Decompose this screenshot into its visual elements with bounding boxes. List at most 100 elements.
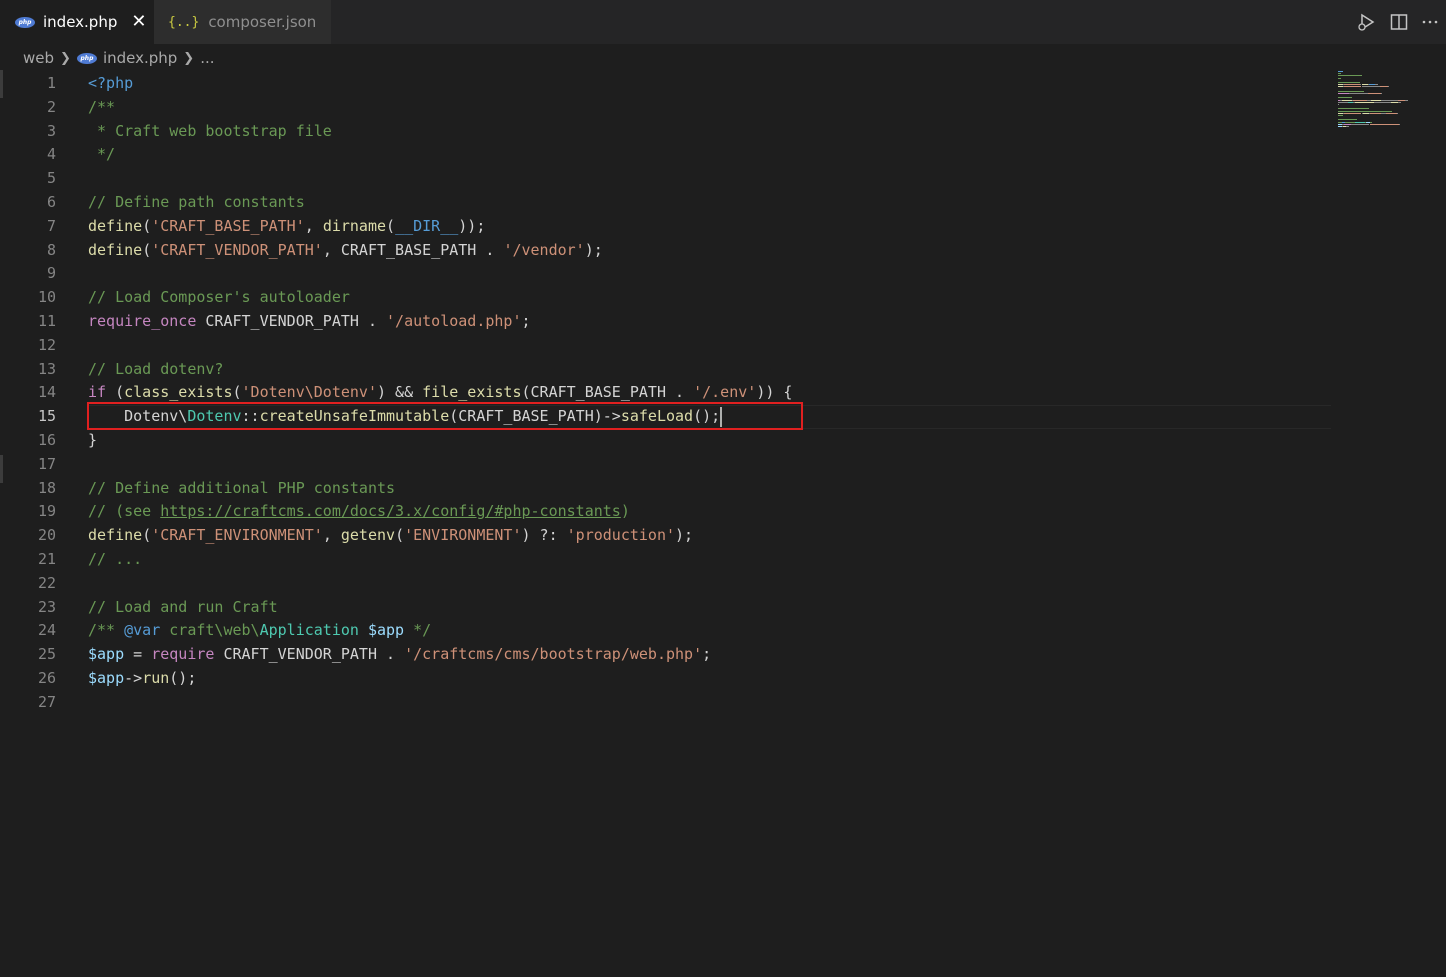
minimap-line bbox=[1345, 110, 1392, 112]
breadcrumb-folder[interactable]: web bbox=[23, 49, 54, 67]
minimap-line bbox=[1391, 110, 1393, 112]
json-file-icon: {..} bbox=[168, 14, 200, 30]
code-token: ) && bbox=[377, 383, 423, 402]
minimap-line bbox=[1350, 123, 1370, 125]
minimap-line bbox=[1338, 101, 1348, 103]
minimap-line bbox=[1353, 99, 1367, 101]
chevron-right-icon: ❯ bbox=[183, 50, 195, 66]
line-number: 22 bbox=[37, 573, 56, 592]
code-token: ); bbox=[584, 240, 603, 259]
tab-label: composer.json bbox=[208, 13, 317, 31]
code-token: * Craft web bootstrap file bbox=[88, 121, 332, 140]
code-token: ( bbox=[386, 216, 396, 235]
code-line[interactable]: } bbox=[88, 428, 97, 452]
code-line[interactable]: // (see https://craftcms.com/docs/3.x/co… bbox=[88, 499, 630, 523]
code-line[interactable]: require_once CRAFT_VENDOR_PATH . '/autol… bbox=[88, 309, 531, 333]
php-file-icon: php bbox=[76, 52, 97, 64]
minimap-line bbox=[1344, 86, 1362, 88]
code-token: CRAFT_VENDOR_PATH . bbox=[214, 645, 405, 664]
line-number: 6 bbox=[46, 193, 56, 211]
code-line[interactable]: /** bbox=[88, 95, 115, 119]
line-number: 23 bbox=[37, 597, 56, 616]
code-token: = bbox=[124, 645, 152, 664]
code-token: ; bbox=[521, 312, 531, 330]
tab-index-php[interactable]: php index.php ✕ bbox=[0, 0, 154, 44]
code-line[interactable]: // Load Composer's autoloader bbox=[88, 285, 350, 309]
split-editor-icon[interactable] bbox=[1390, 13, 1408, 31]
line-number: 9 bbox=[46, 264, 56, 283]
code-token: $app bbox=[88, 669, 125, 687]
code-line[interactable]: define('CRAFT_VENDOR_PATH', CRAFT_BASE_P… bbox=[88, 238, 603, 262]
code-token: , bbox=[304, 216, 323, 235]
code-token: )) { bbox=[756, 383, 793, 402]
code-token: ( bbox=[142, 216, 152, 235]
code-line[interactable]: */ bbox=[88, 142, 115, 166]
line-number: 2 bbox=[46, 97, 56, 116]
minimap-line bbox=[1338, 71, 1343, 72]
code-token: (); bbox=[169, 669, 197, 687]
code-token: define bbox=[88, 526, 143, 545]
more-actions-icon[interactable] bbox=[1422, 14, 1438, 30]
code-line[interactable]: // Load and run Craft bbox=[88, 595, 278, 619]
minimap-line bbox=[1341, 99, 1353, 101]
code-line[interactable]: /** @var craft\web\Application $app */ bbox=[88, 618, 431, 642]
close-icon[interactable]: ✕ bbox=[131, 13, 146, 31]
minimap-line bbox=[1346, 126, 1349, 127]
code-token: '/vendor' bbox=[503, 240, 585, 259]
code-token: ); bbox=[675, 526, 694, 545]
code-link[interactable]: https://craftcms.com/docs/3.x/config/#ph… bbox=[160, 502, 621, 520]
tab-bar: php index.php ✕ {..} composer.json bbox=[0, 0, 1446, 44]
line-number: 19 bbox=[37, 502, 56, 521]
code-line[interactable]: $app->run(); bbox=[88, 666, 196, 690]
code-line[interactable]: // Define additional PHP constants bbox=[88, 476, 395, 500]
code-token: , CRAFT_BASE_PATH . bbox=[322, 240, 504, 259]
line-number: 14 bbox=[37, 383, 56, 402]
minimap-line bbox=[1374, 101, 1392, 103]
code-token: // ... bbox=[88, 550, 143, 568]
minimap-line bbox=[1404, 99, 1409, 101]
line-number: 27 bbox=[37, 692, 56, 711]
run-debug-icon[interactable] bbox=[1356, 12, 1376, 32]
code-line[interactable]: define('CRAFT_BASE_PATH', dirname(__DIR_… bbox=[88, 214, 485, 238]
minimap[interactable] bbox=[1338, 71, 1446, 151]
minimap-line bbox=[1338, 115, 1344, 116]
code-line[interactable]: $app = require CRAFT_VENDOR_PATH . '/cra… bbox=[88, 642, 711, 666]
code-token: $app bbox=[367, 621, 405, 640]
code-token: CRAFT_VENDOR_PATH . bbox=[196, 312, 387, 330]
minimap-line bbox=[1338, 90, 1365, 92]
code-line[interactable]: define('CRAFT_ENVIRONMENT', getenv('ENVI… bbox=[88, 523, 693, 547]
code-token: ) bbox=[620, 502, 630, 521]
code-token: ; bbox=[702, 645, 712, 664]
code-token: // Load Composer's autoloader bbox=[88, 288, 350, 307]
minimap-line bbox=[1391, 101, 1399, 103]
code-line[interactable]: * Craft web bootstrap file bbox=[88, 119, 332, 143]
tab-composer-json[interactable]: {..} composer.json bbox=[154, 0, 331, 44]
code-token: <?php bbox=[88, 74, 134, 92]
code-editor[interactable]: 1 2 3 4 5 6 7 8 9 10 11 12 13 14 15 16 17 18 19 20 21 22 23 24 2… bbox=[0, 71, 1446, 977]
minimap-line bbox=[1399, 123, 1401, 125]
code-token: */ bbox=[404, 621, 432, 640]
code-token: 'ENVIRONMENT' bbox=[404, 526, 522, 545]
breadcrumb-more[interactable]: ... bbox=[200, 49, 214, 67]
code-line[interactable]: // Load dotenv? bbox=[88, 357, 223, 381]
line-number: 16 bbox=[37, 431, 56, 449]
line-number: 10 bbox=[37, 288, 56, 307]
code-line[interactable]: if (class_exists('Dotenv\Dotenv') && fil… bbox=[88, 380, 792, 404]
code-token: 'CRAFT_BASE_PATH' bbox=[151, 216, 305, 235]
code-token: 'CRAFT_ENVIRONMENT' bbox=[151, 526, 323, 545]
minimap-line bbox=[1338, 119, 1357, 121]
code-line[interactable]: <?php bbox=[88, 71, 133, 95]
code-token: ( bbox=[106, 383, 125, 402]
code-line[interactable]: // Define path constants bbox=[88, 190, 305, 214]
code-token: ) ?: bbox=[521, 526, 567, 545]
minimap-line bbox=[1379, 86, 1388, 88]
breadcrumb-file[interactable]: index.php bbox=[103, 49, 177, 67]
line-number: 11 bbox=[37, 312, 56, 330]
minimap-line bbox=[1338, 104, 1339, 105]
minimap-line bbox=[1385, 112, 1397, 114]
code-token: '/autoload.php' bbox=[386, 312, 522, 330]
code-token: (CRAFT_BASE_PATH . bbox=[521, 383, 694, 402]
minimap-line bbox=[1338, 75, 1363, 77]
minimap-line bbox=[1361, 86, 1380, 88]
code-line[interactable]: // ... bbox=[88, 547, 142, 571]
